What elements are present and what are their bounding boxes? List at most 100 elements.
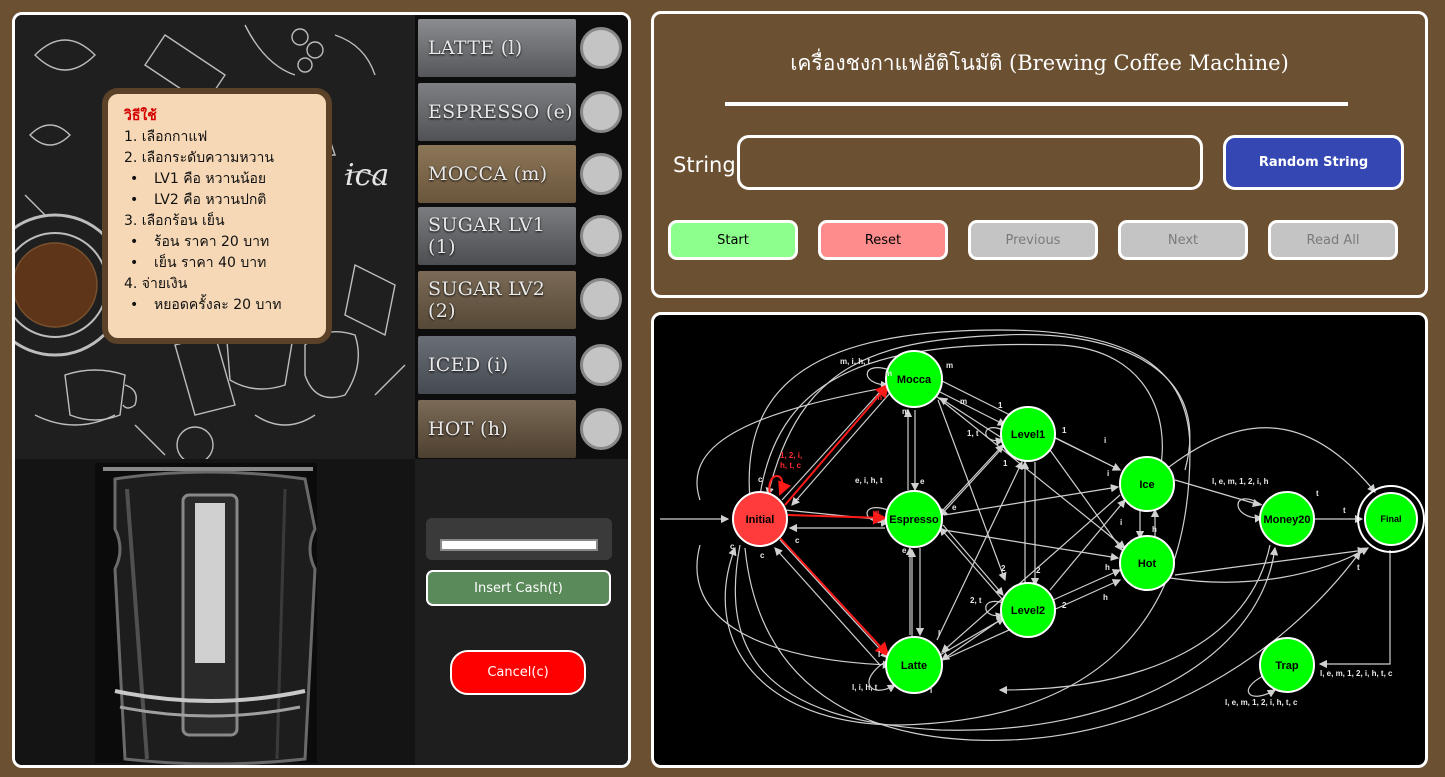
start-button[interactable]: Start — [668, 220, 798, 260]
menu-label-latte: LATTE (l) — [418, 19, 576, 77]
edge-label-c-1: c — [758, 475, 763, 484]
edge-label-initial-self-2: h, t, c — [780, 461, 801, 470]
edge-label-mocca-loop: m, i, h, t — [840, 357, 871, 366]
control-panel: เครื่องชงกาแฟอัติโนมัติ (Brewing Coffee … — [651, 11, 1428, 298]
edge-label-2-1: 2 — [1001, 564, 1006, 573]
iced-button[interactable] — [580, 344, 622, 386]
instructions-title: วิธีใช้ — [124, 108, 157, 124]
edge-label-l-2: l — [878, 650, 880, 659]
menu-label-hot: HOT (h) — [418, 400, 576, 458]
hot-button[interactable] — [580, 408, 622, 450]
edge-label-i-3: i — [1120, 518, 1122, 527]
state-latte-label: Latte — [901, 660, 927, 672]
instruction-coin: หยอดครั้งละ 20 บาท — [124, 295, 310, 316]
edge-label-m-4: m — [902, 407, 909, 416]
instruction-lv2: LV2 คือ หวานปกติ — [124, 190, 310, 211]
edge-label-e-1: e — [920, 477, 925, 486]
edge-label-1-1: 1 — [998, 401, 1003, 410]
state-trap-label: Trap — [1275, 660, 1299, 672]
edge-label-trap-loop: l, e, m, 1, 2, i, h, t, c — [1225, 698, 1298, 707]
previous-button[interactable]: Previous — [968, 220, 1098, 260]
state-hot-label: Hot — [1138, 558, 1157, 570]
string-input[interactable] — [737, 135, 1203, 190]
cancel-button[interactable]: Cancel(c) — [450, 650, 586, 695]
edge-label-level2-loop: 2, t — [970, 596, 982, 605]
instruction-step-2: 2. เลือกระดับความหวาน — [124, 150, 274, 166]
coffee-carafe-image — [95, 463, 317, 765]
menu-label-espresso: ESPRESSO (e) — [418, 83, 576, 141]
instruction-step-1: 1. เลือกกาแฟ — [124, 129, 208, 145]
edge-label-1-2: 1 — [1062, 426, 1067, 435]
espresso-button[interactable] — [580, 91, 622, 133]
edge-label-m-active: m — [875, 393, 882, 402]
edge-label-2-3: 2 — [1062, 601, 1067, 610]
edge-label-latte-loop: l, i, h, t — [852, 683, 878, 692]
edge-label-l-3: l — [930, 686, 932, 695]
edge-label-i-2: i — [1107, 469, 1109, 478]
edge-label-e-3: e — [902, 546, 907, 555]
read-all-button[interactable]: Read All — [1268, 220, 1398, 260]
menu-label-sugar-lv1: SUGAR LV1 (1) — [418, 207, 576, 265]
mocca-button[interactable] — [580, 153, 622, 195]
edge-label-level1-loop: 1, t — [967, 429, 979, 438]
edge-label-c-3: c — [795, 536, 800, 545]
state-diagram: Initial Mocca Espresso Latte Level1 Leve… — [660, 329, 1425, 741]
state-ice-label: Ice — [1139, 479, 1154, 491]
edge-label-money-loop: l, e, m, 1, 2, i, h — [1212, 477, 1269, 486]
edge-label-h-2: h — [1105, 563, 1110, 572]
cash-slot — [426, 518, 612, 560]
insert-cash-button[interactable]: Insert Cash(t) — [426, 570, 611, 606]
state-diagram-panel: Initial Mocca Espresso Latte Level1 Leve… — [651, 312, 1428, 768]
reset-button[interactable]: Reset — [818, 220, 948, 260]
string-label: String: — [673, 153, 743, 177]
instruction-iced-price: เย็น ราคา 40 บาท — [124, 253, 310, 274]
edge-label-h-1: h — [1152, 525, 1157, 534]
edge-label-final-trap: l, e, m, 1, 2, i, h, t, c — [1320, 669, 1393, 678]
menu-label-iced: ICED (i) — [418, 336, 576, 394]
instruction-lv1: LV1 คือ หวานน้อย — [124, 169, 310, 190]
carafe-area — [15, 459, 415, 765]
title-divider — [725, 102, 1348, 106]
edge-label-t-2: t — [1343, 506, 1346, 515]
edge-label-1-3: 1 — [1003, 459, 1008, 468]
state-final-label: Final — [1380, 514, 1401, 524]
edge-label-c-5: c — [760, 551, 765, 560]
instruction-step-4: 4. จ่ายเงิน — [124, 276, 188, 292]
edge-label-t-1: t — [1316, 489, 1319, 498]
edge-label-e-active: e — [875, 508, 880, 517]
state-initial-label: Initial — [746, 514, 775, 526]
svg-text:ica: ica — [345, 158, 389, 193]
edge-label-m-1: m — [885, 369, 892, 378]
diagram-states: Initial Mocca Espresso Latte Level1 Leve… — [732, 350, 1425, 694]
edge-label-i-1: i — [1104, 436, 1106, 445]
state-mocca-label: Mocca — [897, 374, 932, 386]
state-espresso-label: Espresso — [889, 514, 939, 526]
menu-label-mocca: MOCCA (m) — [418, 145, 576, 203]
menu-label-sugar-lv2: SUGAR LV2 (2) — [418, 271, 576, 329]
instruction-hot-price: ร้อน ราคา 20 บาท — [124, 232, 310, 253]
sugar-lv1-button[interactable] — [580, 215, 622, 257]
edge-label-c-4: c — [730, 542, 735, 551]
next-button[interactable]: Next — [1118, 220, 1248, 260]
edge-label-e-2: e — [952, 503, 957, 512]
edge-label-h-3: h — [1103, 593, 1108, 602]
edge-label-initial-self: 1, 2, i, — [780, 451, 802, 460]
latte-button[interactable] — [580, 27, 622, 69]
random-string-button[interactable]: Random String — [1223, 135, 1404, 190]
edge-label-l-1: l — [938, 629, 940, 638]
state-level1-label: Level1 — [1011, 429, 1045, 441]
edge-label-2-2: 2 — [1036, 566, 1041, 575]
state-level2-label: Level2 — [1011, 605, 1045, 617]
edge-label-c-2: c — [795, 496, 800, 505]
edge-label-t-3: t — [1357, 563, 1360, 572]
menu-column: LATTE (l) ESPRESSO (e) MOCCA (m) SUGAR L… — [415, 15, 628, 459]
page-title: เครื่องชงกาแฟอัติโนมัติ (Brewing Coffee … — [790, 51, 1289, 75]
instruction-step-3: 3. เลือกร้อน เย็น — [124, 213, 225, 229]
state-money20-label: Money20 — [1263, 514, 1310, 526]
payment-controls: Insert Cash(t) Cancel(c) — [415, 459, 628, 765]
coffee-machine-panel: ica วิธีใช้ 1. เลือกกาแฟ 2. เลือกระดับคว… — [12, 12, 631, 768]
edge-label-m-3: m — [960, 397, 967, 406]
instructions-card: วิธีใช้ 1. เลือกกาแฟ 2. เลือกระดับความหว… — [102, 88, 332, 344]
edge-label-espresso-loop: e, i, h, t — [855, 476, 883, 485]
sugar-lv2-button[interactable] — [580, 278, 622, 320]
